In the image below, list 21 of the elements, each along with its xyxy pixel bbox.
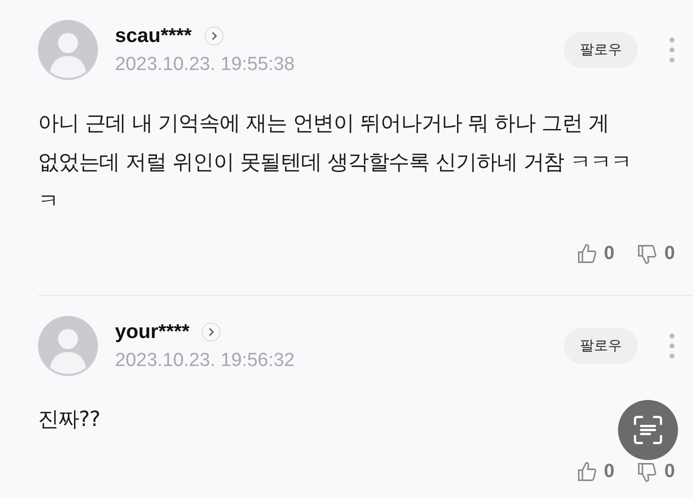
timestamp: 2023.10.23. 19:56:32 — [115, 350, 296, 372]
chevron-icon[interactable] — [204, 26, 224, 46]
username[interactable]: scau**** — [115, 24, 192, 48]
follow-button[interactable]: 팔로우 — [564, 32, 638, 68]
username[interactable]: your**** — [115, 320, 190, 344]
avatar — [38, 20, 98, 80]
thumbs-down-icon — [636, 243, 658, 265]
comment-text: 진짜?? — [38, 406, 100, 433]
like-button[interactable]: 0 — [576, 243, 614, 265]
like-button[interactable]: 0 — [576, 461, 614, 483]
thumbs-up-icon — [576, 461, 598, 483]
thumbs-up-icon — [576, 243, 598, 265]
timestamp: 2023.10.23. 19:55:38 — [115, 54, 296, 76]
follow-button[interactable]: 팔로우 — [564, 328, 638, 364]
dislike-button[interactable]: 0 — [636, 243, 675, 265]
thumbs-down-icon — [636, 461, 658, 483]
scan-icon — [631, 413, 665, 447]
dislike-button[interactable]: 0 — [636, 461, 675, 483]
chevron-icon[interactable] — [201, 322, 222, 342]
comment-text: 아니 근데 내 기억속에 재는 언변이 뛰어나거나 뭐 하나 그런 게 없었는데 저럴 위인이 못될텐데 생각할수록 신기하네 거참 ㅋㅋㅋㅋ — [38, 110, 632, 215]
avatar — [38, 316, 98, 376]
